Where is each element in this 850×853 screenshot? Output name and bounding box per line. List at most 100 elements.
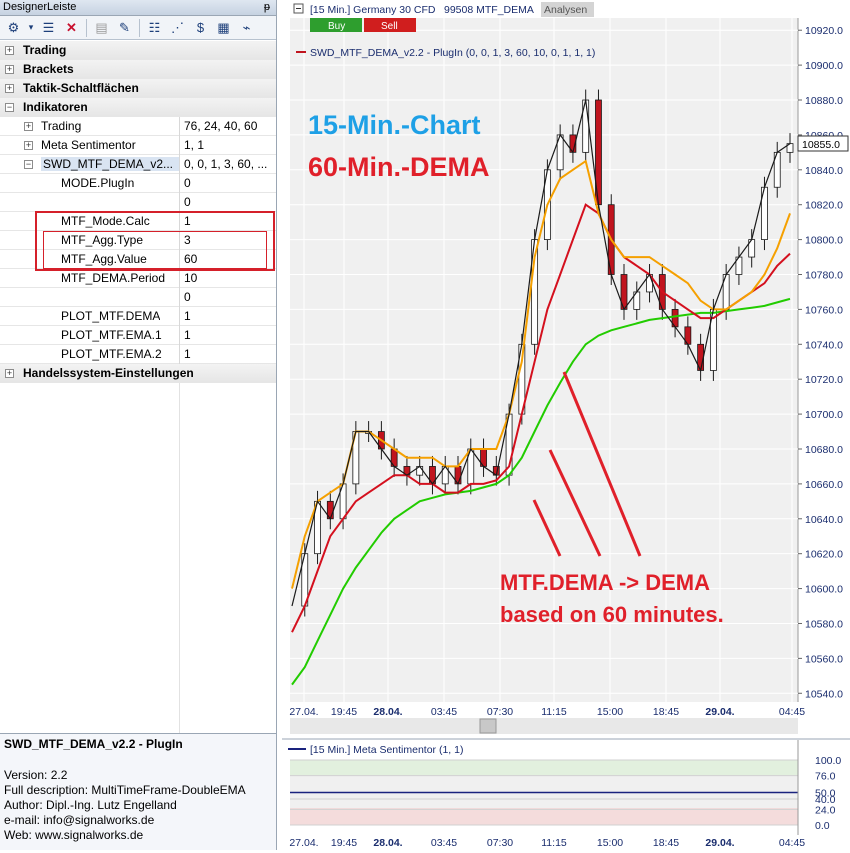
sentimentor-tick-label: 100.0 bbox=[815, 755, 841, 767]
param-value[interactable]: 10 bbox=[184, 271, 274, 285]
category-label: Handelssystem-Einstellungen bbox=[23, 366, 194, 380]
chart-header-symbol: [15 Min.] Germany 30 CFD bbox=[310, 4, 436, 16]
indicator-label: Trading bbox=[41, 119, 82, 133]
settings-icon[interactable]: ⚙ bbox=[3, 18, 24, 38]
sentimentor-time-label: 29.04. bbox=[705, 837, 734, 849]
param-label: PLOT_MTF.EMA.2 bbox=[61, 347, 162, 361]
expand-icon[interactable]: + bbox=[5, 45, 14, 55]
param-label: MODE.PlugIn bbox=[61, 176, 135, 190]
param-row[interactable]: MTF_DEMA.Period 10 bbox=[0, 269, 276, 288]
grid-icon[interactable]: ▤ bbox=[91, 18, 112, 38]
indicator-row[interactable]: + Trading 76, 24, 40, 60 bbox=[0, 117, 276, 136]
sentimentor-time-label: 18:45 bbox=[653, 837, 679, 849]
collapse-icon[interactable]: − bbox=[5, 102, 14, 112]
param-row[interactable]: PLOT_MTF.DEMA 1 bbox=[0, 307, 276, 326]
menu-icon[interactable]: ☰ bbox=[38, 18, 59, 38]
info-description: Full description: MultiTimeFrame-DoubleE… bbox=[4, 783, 246, 797]
price-tick-label: 10600.0 bbox=[805, 584, 843, 596]
scrollbar[interactable] bbox=[290, 718, 798, 734]
param-value[interactable]: 0 bbox=[184, 195, 274, 209]
category-label: Trading bbox=[23, 43, 67, 57]
info-title: SWD_MTF_DEMA_v2.2 - PlugIn bbox=[4, 737, 183, 751]
category-handelssystem[interactable]: + Handelssystem-Einstellungen bbox=[0, 364, 276, 383]
indicator-row-selected[interactable]: − SWD_MTF_DEMA_v2... 0, 0, 1, 3, 60, ... bbox=[0, 155, 276, 174]
column-divider bbox=[179, 136, 180, 155]
price-tick-label: 10560.0 bbox=[805, 653, 843, 665]
info-panel: SWD_MTF_DEMA_v2.2 - PlugIn Version: 2.2 … bbox=[0, 733, 276, 850]
indicator-row[interactable]: + Meta Sentimentor 1, 1 bbox=[0, 136, 276, 155]
sentimentor-time-label: 03:45 bbox=[431, 837, 457, 849]
price-tick-label: 10840.0 bbox=[805, 165, 843, 177]
sentimentor-time-label: 27.04. bbox=[289, 837, 318, 849]
panel-toolbar: ⚙ ▾ ☰ ✕ ▤ ✎ ☷ ⋰ $ ▦ ⌁ bbox=[0, 16, 276, 40]
pin-icon[interactable]: ᵽ bbox=[264, 0, 270, 15]
param-value[interactable]: 1 bbox=[184, 328, 274, 342]
dropdown-icon[interactable]: ▾ bbox=[26, 18, 36, 38]
scrollbar-thumb[interactable] bbox=[479, 718, 497, 734]
zone-middle bbox=[290, 775, 798, 808]
price-tick-label: 10540.0 bbox=[805, 688, 843, 700]
indicator-label: Meta Sentimentor bbox=[41, 138, 136, 152]
indicator-value[interactable]: 0, 0, 1, 3, 60, ... bbox=[184, 157, 274, 171]
indicator-value[interactable]: 76, 24, 40, 60 bbox=[184, 119, 274, 133]
dollar-icon[interactable]: $ bbox=[190, 18, 211, 38]
expand-icon[interactable]: + bbox=[5, 368, 14, 378]
sentimentor-time-label: 15:00 bbox=[597, 837, 623, 849]
panel-title: DesignerLeiste ᵽ bbox=[0, 0, 276, 16]
sentimentor-time-label: 04:45 bbox=[779, 837, 805, 849]
expand-icon[interactable]: + bbox=[5, 64, 14, 74]
category-brackets[interactable]: + Brackets bbox=[0, 60, 276, 79]
price-tick-label: 10780.0 bbox=[805, 270, 843, 282]
time-tick-label: 04:45 bbox=[779, 706, 805, 718]
param-row[interactable]: MODE.PlugIn 0 bbox=[0, 174, 276, 193]
category-indikatoren[interactable]: − Indikatoren bbox=[0, 98, 276, 117]
annotation-15min: 15-Min.-Chart bbox=[308, 110, 481, 140]
price-tick-label: 10620.0 bbox=[805, 549, 843, 561]
collapse-icon[interactable]: − bbox=[24, 159, 33, 169]
table-icon[interactable]: ▦ bbox=[213, 18, 234, 38]
price-tick-label: 10920.0 bbox=[805, 25, 843, 37]
time-tick-label: 11:15 bbox=[541, 706, 567, 718]
expand-icon[interactable]: + bbox=[24, 140, 33, 150]
indicator-icon[interactable]: ⋰ bbox=[167, 18, 188, 38]
sentimentor-tick-label: 0.0 bbox=[815, 820, 830, 832]
expand-icon[interactable]: + bbox=[24, 121, 33, 131]
list-icon[interactable]: ☷ bbox=[144, 18, 165, 38]
param-label: MTF_DEMA.Period bbox=[61, 271, 166, 285]
time-tick-label: 28.04. bbox=[373, 706, 402, 718]
toolbar-divider bbox=[139, 18, 140, 37]
param-row[interactable]: 0 bbox=[0, 288, 276, 307]
last-price-value: 10855.0 bbox=[802, 139, 840, 151]
delete-icon[interactable]: ✕ bbox=[61, 18, 82, 38]
chart-canvas[interactable]: [15 Min.] Germany 30 CFD 99508 MTF_DEMA … bbox=[282, 0, 850, 850]
param-row[interactable]: 0 bbox=[0, 193, 276, 212]
price-tick-label: 10720.0 bbox=[805, 374, 843, 386]
time-tick-label: 15:00 bbox=[597, 706, 623, 718]
draw-icon[interactable]: ✎ bbox=[114, 18, 135, 38]
param-value[interactable]: 0 bbox=[184, 290, 274, 304]
property-grid-empty bbox=[0, 383, 276, 733]
annotation-basis: based on 60 minutes. bbox=[500, 602, 724, 627]
param-value[interactable]: 0 bbox=[184, 176, 274, 190]
sentimentor-time-label: 11:15 bbox=[541, 837, 567, 849]
chart-icon[interactable]: ⌁ bbox=[236, 18, 257, 38]
param-row[interactable]: PLOT_MTF.EMA.1 1 bbox=[0, 326, 276, 345]
param-value[interactable]: 1 bbox=[184, 347, 274, 361]
param-row[interactable]: PLOT_MTF.EMA.2 1 bbox=[0, 345, 276, 364]
price-tick-label: 10740.0 bbox=[805, 339, 843, 351]
expand-icon[interactable]: + bbox=[5, 83, 14, 93]
sell-label: Sell bbox=[381, 21, 398, 32]
price-tick-label: 10880.0 bbox=[805, 95, 843, 107]
category-taktik[interactable]: + Taktik-Schaltflächen bbox=[0, 79, 276, 98]
indicator-label: SWD_MTF_DEMA_v2... bbox=[41, 157, 179, 171]
zone-upper bbox=[290, 760, 798, 775]
category-label: Brackets bbox=[23, 62, 74, 76]
column-divider bbox=[179, 174, 180, 193]
annotation-mtf: MTF.DEMA -> DEMA bbox=[500, 570, 710, 595]
category-trading[interactable]: + Trading bbox=[0, 41, 276, 60]
param-value[interactable]: 1 bbox=[184, 309, 274, 323]
column-divider bbox=[179, 345, 180, 364]
zone-lower bbox=[290, 808, 798, 825]
indicator-value[interactable]: 1, 1 bbox=[184, 138, 274, 152]
column-divider bbox=[179, 193, 180, 212]
